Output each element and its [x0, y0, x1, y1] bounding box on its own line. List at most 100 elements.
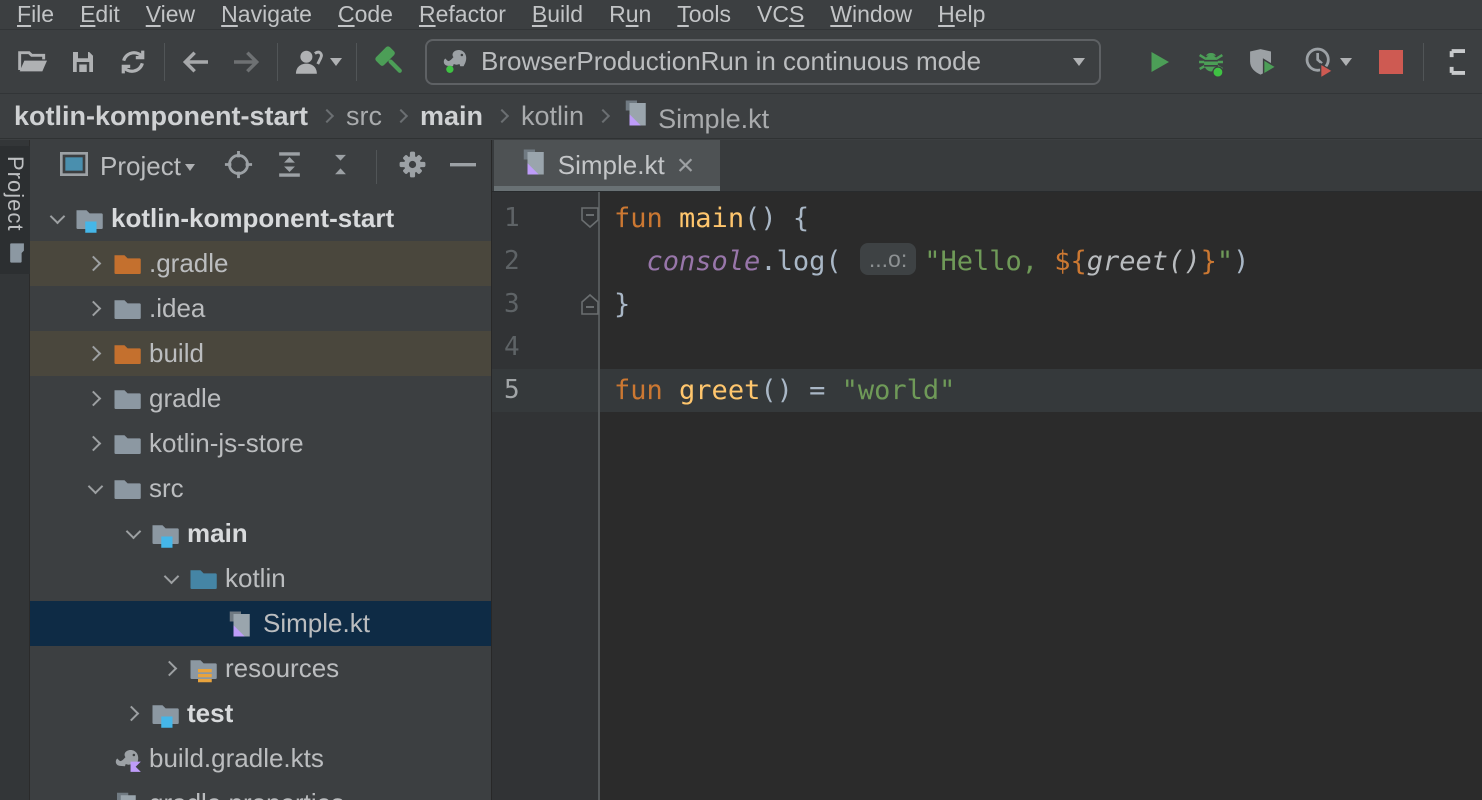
breadcrumb-separator-icon — [320, 109, 334, 123]
save-all-button[interactable] — [58, 39, 108, 85]
fold-marker-icon[interactable] — [577, 204, 603, 236]
tool-window-icon — [58, 148, 90, 185]
code-editor[interactable]: 1fun main() {2 console.log( ...o:"Hello,… — [492, 192, 1482, 800]
tree-item-simple-kt[interactable]: Simple.kt — [30, 601, 491, 646]
sync-button[interactable] — [108, 39, 158, 85]
chevron-right-icon[interactable] — [80, 249, 110, 279]
menu-help[interactable]: Help — [925, 1, 998, 28]
tree-item-kotlin[interactable]: kotlin — [30, 556, 491, 601]
breadcrumb-separator-icon — [596, 109, 610, 123]
menu-file[interactable]: File — [4, 1, 67, 28]
code-line-3[interactable]: 3} — [492, 283, 1482, 326]
tree-item-resources[interactable]: resources — [30, 646, 491, 691]
chevron-down-icon[interactable] — [42, 204, 72, 234]
chevron-right-icon[interactable] — [80, 294, 110, 324]
menu-code[interactable]: Code — [325, 1, 406, 28]
chevron-down-icon — [1340, 58, 1352, 72]
menu-build[interactable]: Build — [519, 1, 596, 28]
tree-item-label: Simple.kt — [263, 608, 370, 639]
tree-item-kotlin-js-store[interactable]: kotlin-js-store — [30, 421, 491, 466]
chevron-right-icon[interactable] — [118, 699, 148, 729]
forward-button[interactable] — [221, 39, 271, 85]
gear-icon — [397, 149, 428, 180]
collapse-all-button[interactable] — [325, 149, 356, 185]
menu-view[interactable]: View — [133, 1, 208, 28]
tree-item--gradle[interactable]: .gradle — [30, 241, 491, 286]
tree-item-main[interactable]: main — [30, 511, 491, 556]
code-line-2[interactable]: 2 console.log( ...o:"Hello, ${greet()}") — [492, 240, 1482, 283]
debug-icon — [1194, 45, 1228, 79]
tree-item-gradle-properties[interactable]: gradle.properties — [30, 781, 491, 800]
chevron-down-icon[interactable] — [80, 474, 110, 504]
hide-panel-button[interactable] — [448, 149, 479, 185]
chevron-right-icon[interactable] — [80, 339, 110, 369]
gradle-file-icon — [110, 742, 144, 776]
code-line-5[interactable]: 5fun greet() = "world" — [492, 369, 1482, 412]
close-icon[interactable]: × — [677, 156, 695, 176]
breadcrumb-item[interactable]: Simple.kt — [622, 98, 769, 135]
chevron-down-icon — [330, 58, 342, 72]
project-tree: kotlin-komponent-start.gradle.ideabuildg… — [30, 193, 491, 800]
folder-icon — [7, 242, 29, 264]
breadcrumb-item[interactable]: kotlin — [521, 101, 584, 132]
profiler-icon — [1303, 45, 1336, 78]
locate-button[interactable] — [223, 149, 254, 185]
tree-item-label: main — [187, 518, 248, 549]
stop-button[interactable] — [1365, 39, 1417, 85]
folder-icon — [110, 382, 144, 416]
edge-cut-button[interactable] — [1430, 39, 1482, 85]
tree-item-label: build.gradle.kts — [149, 743, 324, 774]
kotlin-file-icon — [622, 98, 652, 128]
folder-icon — [112, 429, 142, 459]
breadcrumb-item[interactable]: kotlin-komponent-start — [14, 101, 308, 132]
tab-simple-kt[interactable]: Simple.kt × — [494, 140, 720, 191]
menu-vcs[interactable]: VCS — [744, 1, 817, 28]
stripe-project-button[interactable]: Project — [0, 146, 30, 274]
tree-item--idea[interactable]: .idea — [30, 286, 491, 331]
menu-window[interactable]: Window — [817, 1, 925, 28]
tree-item-build-gradle-kts[interactable]: build.gradle.kts — [30, 736, 491, 781]
profiler-button[interactable] — [1289, 39, 1365, 85]
coverage-button[interactable] — [1237, 39, 1289, 85]
menu-run[interactable]: Run — [596, 1, 664, 28]
back-button[interactable] — [171, 39, 221, 85]
chevron-spacer — [80, 789, 110, 800]
tree-item-label: kotlin — [225, 563, 286, 594]
tree-item-gradle[interactable]: gradle — [30, 376, 491, 421]
parameter-hint-inlay[interactable]: ...o: — [860, 243, 916, 275]
build-project-button[interactable] — [363, 39, 413, 85]
chevron-right-icon[interactable] — [80, 384, 110, 414]
profile-settings-button[interactable] — [284, 39, 350, 85]
back-icon — [180, 46, 212, 78]
folder-project-icon — [74, 204, 104, 234]
run-button[interactable] — [1133, 39, 1185, 85]
tool-window-stripe: Project — [0, 140, 30, 800]
chevron-right-icon[interactable] — [80, 429, 110, 459]
fold-marker-icon[interactable] — [577, 290, 603, 322]
folder-excluded-icon — [112, 249, 142, 279]
chevron-down-icon[interactable] — [156, 564, 186, 594]
settings-button[interactable] — [397, 149, 428, 185]
tree-item-label: kotlin-js-store — [149, 428, 304, 459]
menu-tools[interactable]: Tools — [664, 1, 744, 28]
chevron-down-icon[interactable] — [118, 519, 148, 549]
code-line-4[interactable]: 4 — [492, 326, 1482, 369]
tree-item-kotlin-komponent-start[interactable]: kotlin-komponent-start — [30, 196, 491, 241]
breadcrumb-separator-icon — [394, 109, 408, 123]
run-configuration-select[interactable]: BrowserProductionRun in continuous mode — [425, 39, 1101, 85]
menu-edit[interactable]: Edit — [67, 1, 133, 28]
breadcrumb-item[interactable]: src — [346, 101, 382, 132]
breadcrumb-item[interactable]: main — [420, 101, 483, 132]
chevron-down-icon[interactable] — [185, 164, 195, 177]
tree-item-src[interactable]: src — [30, 466, 491, 511]
tree-item-build[interactable]: build — [30, 331, 491, 376]
expand-all-button[interactable] — [274, 149, 305, 185]
menu-navigate[interactable]: Navigate — [208, 1, 325, 28]
debug-button[interactable] — [1185, 39, 1237, 85]
gradle-file-icon — [111, 744, 143, 774]
open-project-button[interactable] — [8, 39, 58, 85]
chevron-right-icon[interactable] — [156, 654, 186, 684]
menu-refactor[interactable]: Refactor — [406, 1, 519, 28]
code-line-1[interactable]: 1fun main() { — [492, 197, 1482, 240]
tree-item-test[interactable]: test — [30, 691, 491, 736]
